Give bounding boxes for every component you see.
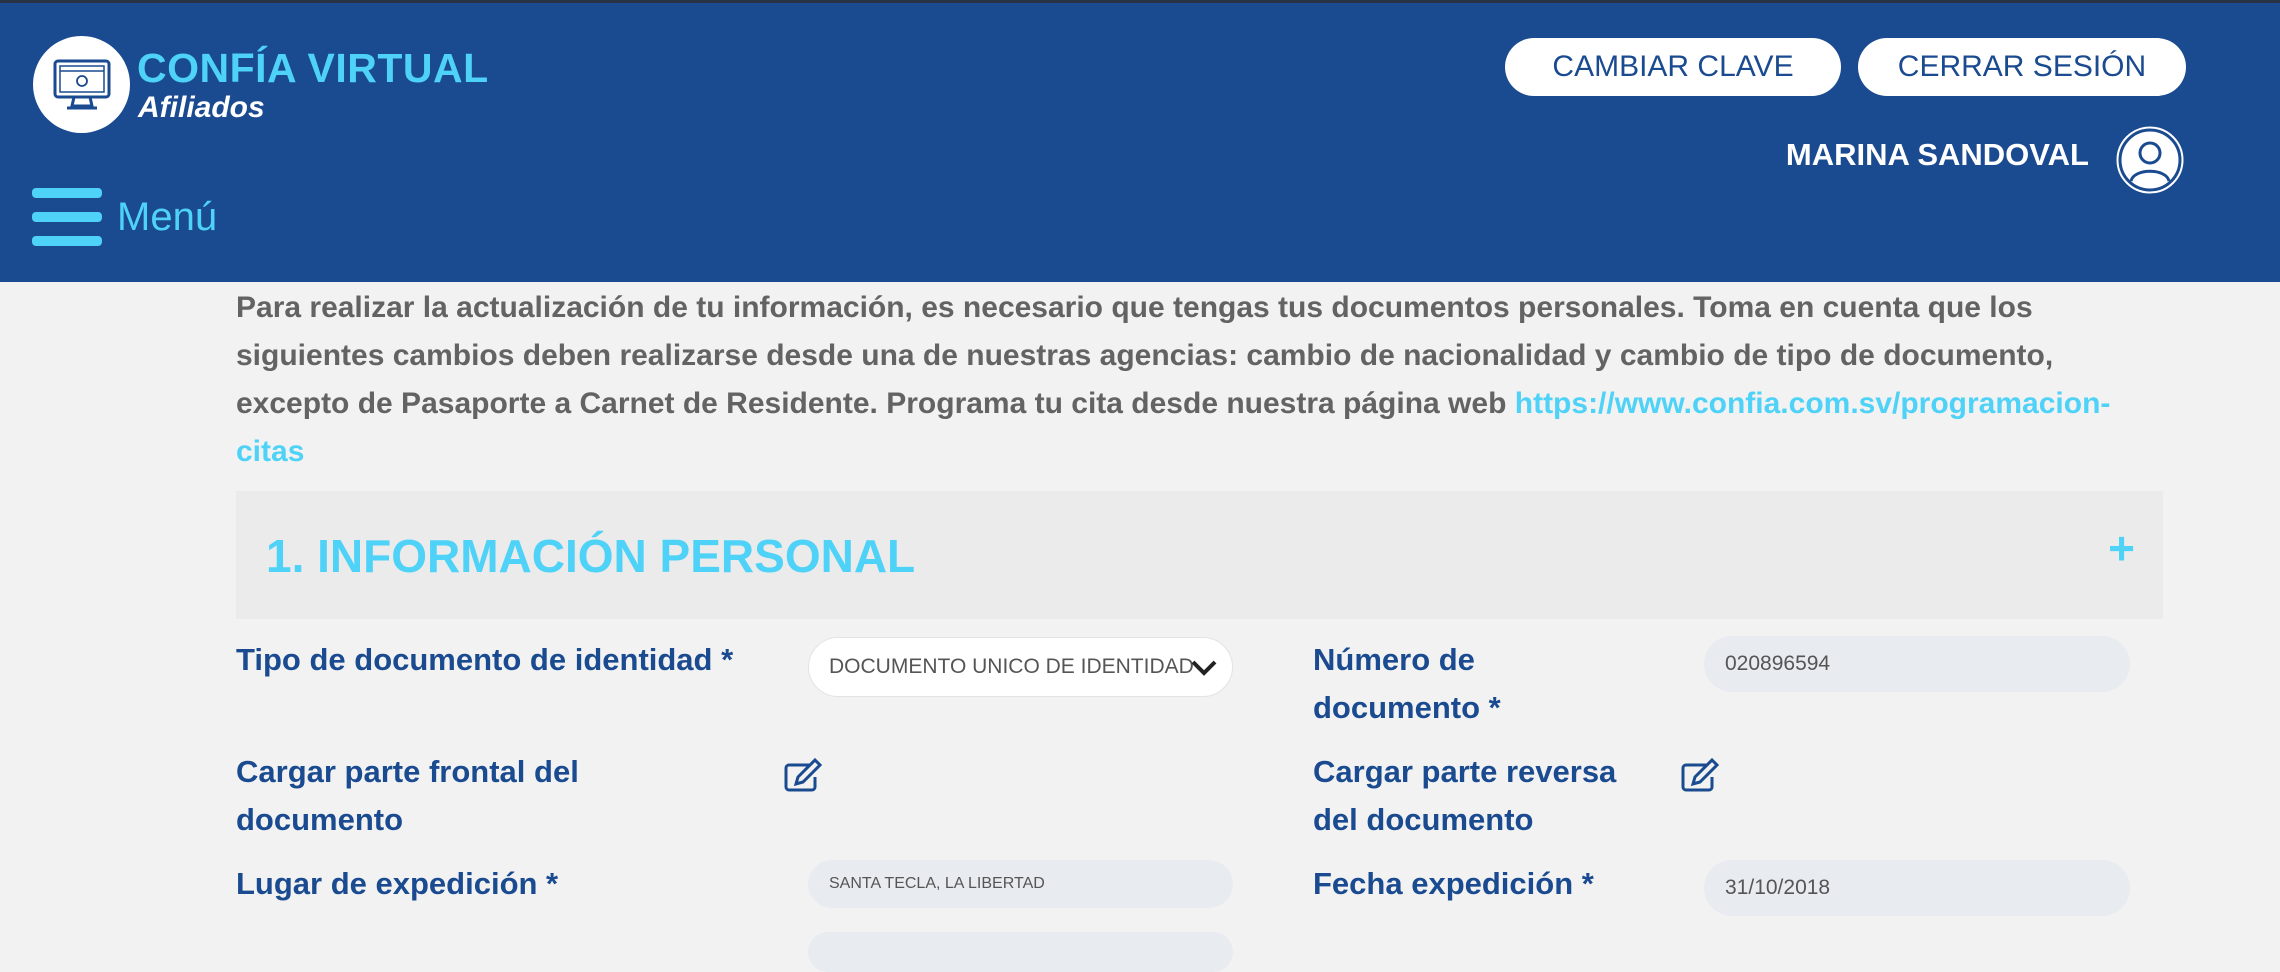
change-password-button[interactable]: CAMBIAR CLAVE [1505, 38, 1841, 96]
front-upload-label-line1: Cargar parte frontal del [236, 754, 579, 789]
front-upload-label-line2: documento [236, 802, 404, 837]
issue-date-field[interactable]: 31/10/2018 [1704, 860, 2130, 916]
logout-button[interactable]: CERRAR SESIÓN [1858, 38, 2186, 96]
expand-toggle[interactable]: + [2108, 521, 2135, 575]
doc-number-label-line2: documento * [1313, 690, 1501, 725]
front-upload-label: Cargar parte frontal del documento [236, 748, 579, 844]
user-avatar-icon[interactable] [2114, 124, 2186, 196]
user-name: MARINA SANDOVAL [1785, 137, 2089, 172]
back-upload-label-line2: del documento [1313, 802, 1534, 837]
menu-label: Menú [117, 194, 218, 239]
logo[interactable] [33, 36, 130, 133]
doc-type-select[interactable]: DOCUMENTO UNICO DE IDENTIDAD [808, 637, 1233, 697]
chevron-down-icon [1191, 660, 1217, 676]
issue-date-value: 31/10/2018 [1725, 876, 1831, 899]
intro-text: Para realizar la actualización de tu inf… [236, 284, 2146, 476]
edit-icon[interactable] [1680, 757, 1720, 793]
menu-button[interactable]: Menú [32, 188, 217, 246]
edit-icon[interactable] [783, 757, 823, 793]
section-header-personal-info[interactable]: 1. INFORMACIÓN PERSONAL + [236, 491, 2163, 619]
back-upload-label: Cargar parte reversa del documento [1313, 748, 1616, 844]
issue-place-value: SANTA TECLA, LA LIBERTAD [829, 875, 1045, 892]
brand-subtitle: Afiliados [138, 91, 265, 124]
doc-type-value: DOCUMENTO UNICO DE IDENTIDAD [829, 655, 1194, 678]
hamburger-menu-icon [32, 188, 102, 246]
issue-place-field[interactable]: SANTA TECLA, LA LIBERTAD [808, 860, 1233, 908]
issue-place-label: Lugar de expedición * [236, 866, 559, 901]
doc-type-label: Tipo de documento de identidad * [236, 642, 734, 677]
issue-date-label: Fecha expedición * [1313, 866, 1594, 901]
doc-number-field[interactable]: 020896594 [1704, 636, 2130, 692]
doc-number-value: 020896594 [1725, 652, 1831, 675]
doc-number-label-line1: Número de [1313, 642, 1475, 677]
brand-title: CONFÍA VIRTUAL [137, 45, 489, 91]
section-title: 1. INFORMACIÓN PERSONAL [266, 530, 916, 582]
back-upload-label-line1: Cargar parte reversa [1313, 754, 1617, 789]
top-header: CONFÍA VIRTUAL Afiliados CAMBIAR CLAVE C… [0, 0, 2280, 282]
computer-monitor-icon [53, 59, 110, 109]
next-row-field[interactable] [808, 932, 1233, 972]
doc-number-label: Número de documento * [1313, 636, 1501, 732]
